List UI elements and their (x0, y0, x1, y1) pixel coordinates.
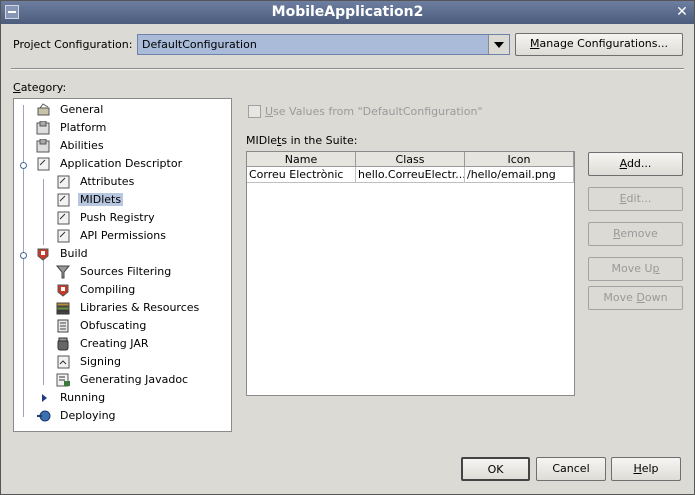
table-cell-name[interactable]: Correu Electrònic (247, 167, 356, 183)
midlets-table[interactable]: Name Class Icon Correu Electrònic hello.… (246, 151, 575, 396)
move-down-button[interactable]: Move Down (588, 286, 683, 310)
add-button[interactable]: Add... (588, 152, 683, 176)
project-configuration-label: Project Configuration: (13, 38, 133, 51)
attributes-icon (57, 175, 70, 189)
midlets-in-suite-label: MIDlets in the Suite: (246, 134, 358, 147)
table-cell-class[interactable]: hello.CorreuElectr... (356, 167, 465, 183)
help-button[interactable]: Help (611, 457, 681, 481)
build-icon (37, 248, 49, 261)
tree-line (43, 259, 44, 385)
chevron-down-icon[interactable] (488, 35, 509, 54)
column-header-name[interactable]: Name (247, 152, 356, 167)
collapse-handle[interactable] (20, 252, 27, 259)
remove-button[interactable]: Remove (588, 222, 683, 246)
separator (11, 68, 684, 70)
category-tree[interactable]: General Platform Abilities Application D… (13, 98, 232, 432)
compiling-icon (57, 284, 69, 297)
deploying-icon (37, 410, 51, 422)
cancel-button[interactable]: Cancel (536, 457, 606, 481)
general-icon (37, 103, 50, 116)
obfuscating-icon (57, 319, 69, 333)
api-permissions-icon (57, 229, 70, 243)
move-up-button[interactable]: Move Up (588, 257, 683, 281)
javadoc-icon (56, 373, 70, 387)
project-configuration-value: DefaultConfiguration (142, 38, 257, 51)
manage-configurations-button[interactable]: Manage Configurations... (515, 33, 683, 56)
tree-line (43, 179, 44, 245)
window-title: MobileApplication2 (271, 4, 424, 20)
libraries-icon (56, 302, 70, 315)
abilities-icon (36, 139, 50, 153)
column-header-class[interactable]: Class (356, 152, 465, 167)
project-configuration-combo[interactable]: DefaultConfiguration (137, 34, 510, 55)
filter-icon (56, 265, 71, 279)
push-registry-icon (57, 211, 70, 225)
category-label: Category: (13, 81, 67, 94)
ok-button[interactable]: OK (461, 457, 530, 481)
use-values-checkbox[interactable] (248, 105, 261, 118)
edit-button[interactable]: Edit... (588, 187, 683, 211)
signing-icon (57, 355, 70, 369)
column-header-icon[interactable]: Icon (465, 152, 574, 167)
collapse-handle[interactable] (20, 162, 27, 169)
jar-icon (57, 337, 69, 351)
midlets-icon (57, 193, 70, 207)
close-icon[interactable]: ✕ (674, 4, 690, 20)
table-cell-icon[interactable]: /hello/email.png (465, 167, 574, 183)
running-icon (42, 394, 47, 402)
tree-line (23, 105, 24, 417)
use-values-label: Use Values from "DefaultConfiguration" (265, 105, 483, 118)
platform-icon (36, 121, 50, 135)
dialog-window: MobileApplication2 ✕ Project Configurati… (0, 0, 695, 495)
title-bar[interactable]: MobileApplication2 ✕ (1, 1, 694, 24)
descriptor-icon (37, 157, 50, 171)
